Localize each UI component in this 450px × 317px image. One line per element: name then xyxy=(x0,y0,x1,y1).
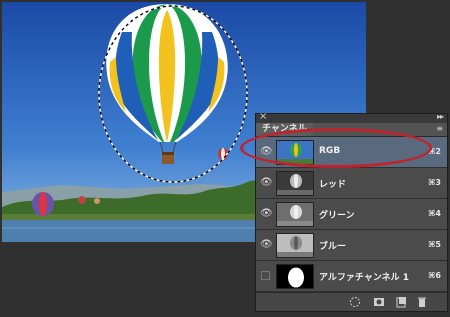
collapse-icon[interactable]: ▸▸ xyxy=(437,112,444,121)
channel-name: グリーン xyxy=(319,211,355,221)
visibility-toggle-empty[interactable] xyxy=(261,271,270,280)
trash-icon[interactable] xyxy=(416,296,428,308)
channel-name: アルファチャンネル 1 xyxy=(319,273,410,283)
channel-thumbnail xyxy=(276,233,314,258)
channel-row-green[interactable]: 👁 グリーン ⌘4 xyxy=(256,199,447,230)
channel-name: レッド xyxy=(319,180,347,190)
close-icon[interactable]: × xyxy=(259,111,267,122)
channel-shortcut: ⌘6 xyxy=(428,271,441,280)
panel-menu-icon[interactable]: ≡ xyxy=(436,124,443,133)
channel-shortcut: ⌘5 xyxy=(428,240,441,249)
eye-icon[interactable]: 👁 xyxy=(260,239,273,251)
channel-thumbnail xyxy=(276,171,314,196)
channel-name: ブルー xyxy=(319,242,347,252)
save-selection-icon[interactable] xyxy=(373,296,385,308)
channel-thumbnail xyxy=(276,202,314,227)
channel-row-alpha-1[interactable]: アルファチャンネル 1 ⌘6 xyxy=(256,261,447,292)
channel-shortcut: ⌘3 xyxy=(428,178,441,187)
panel-bottom-bar xyxy=(256,292,447,311)
load-selection-icon[interactable] xyxy=(349,296,361,308)
channel-row-blue[interactable]: 👁 ブルー ⌘5 xyxy=(256,230,447,261)
new-channel-icon[interactable] xyxy=(395,296,407,308)
channel-row-red[interactable]: 👁 レッド ⌘3 xyxy=(256,168,447,199)
channel-shortcut: ⌘4 xyxy=(428,209,441,218)
panel-title-bar[interactable]: × ▸▸ xyxy=(256,111,447,123)
channel-thumbnail xyxy=(276,264,314,289)
eye-icon[interactable]: 👁 xyxy=(260,208,273,220)
eye-icon[interactable]: 👁 xyxy=(260,177,273,189)
highlight-oval xyxy=(240,128,432,168)
